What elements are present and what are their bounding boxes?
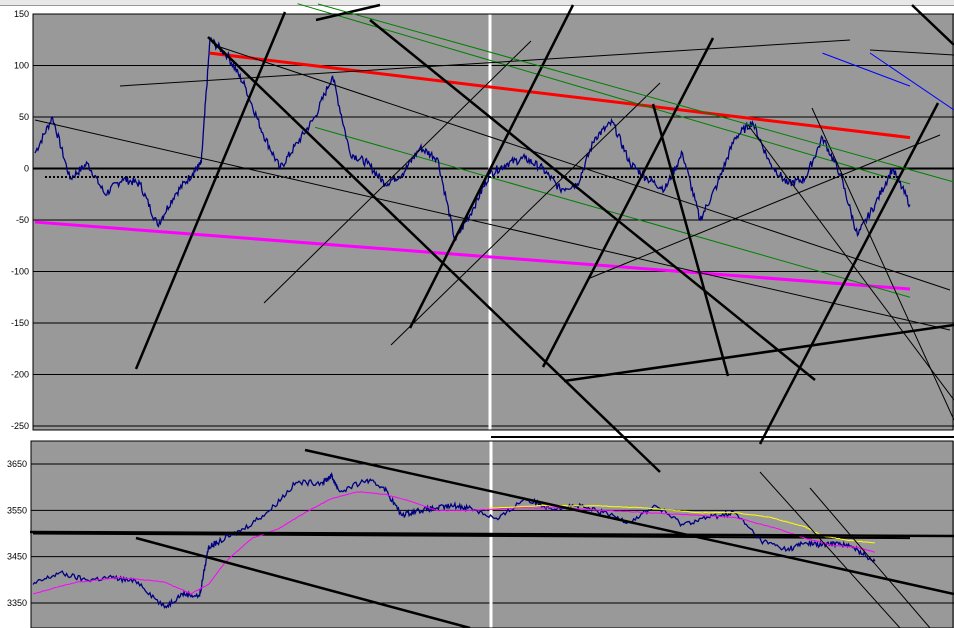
osc-y-tick-label: -200 — [11, 370, 29, 380]
osc-y-tick-label: -150 — [11, 318, 29, 328]
price-y-tick-label: 3350 — [7, 598, 27, 608]
osc-y-tick-label: -100 — [11, 267, 29, 277]
osc-y-tick-label: 150 — [14, 9, 29, 19]
osc-y-tick-label: -50 — [16, 215, 29, 225]
osc-y-tick-label: -250 — [11, 421, 29, 431]
price-y-tick-label: 3550 — [7, 505, 27, 515]
panel-gap — [0, 431, 954, 440]
osc-plot-area — [33, 14, 954, 430]
price-y-tick-label: 3450 — [7, 552, 27, 562]
chart-canvas: 150 100 50 0 -50 -100 -150 -200 -250 3650 3550 345… — [0, 3, 954, 628]
price-y-tick-label: 3650 — [7, 459, 27, 469]
osc-y-tick-label: 0 — [24, 164, 29, 174]
oscillator-panel: 150 100 50 0 -50 -100 -150 -200 -250 — [11, 3, 954, 431]
chart-window: 150 100 50 0 -50 -100 -150 -200 -250 3650 3550 345… — [0, 0, 954, 628]
osc-y-tick-label: 100 — [14, 61, 29, 71]
osc-y-tick-label: 50 — [19, 112, 29, 122]
